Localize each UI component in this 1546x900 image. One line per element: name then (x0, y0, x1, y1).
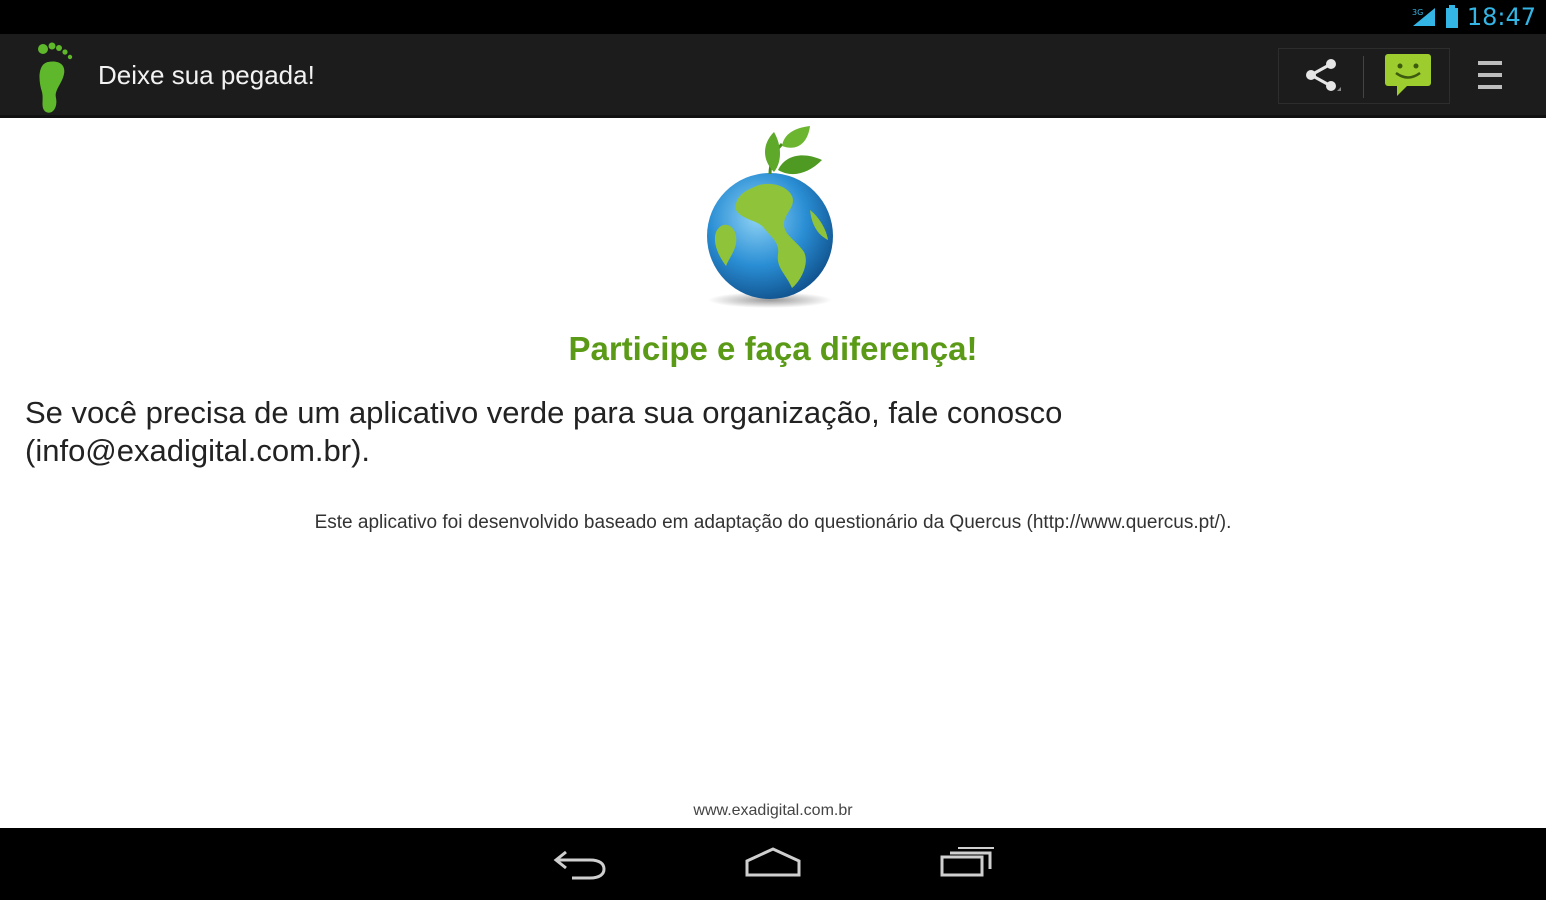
app-title: Deixe sua pegada! (98, 60, 315, 90)
chat-button[interactable] (1376, 48, 1440, 106)
footprint-icon[interactable] (30, 40, 80, 114)
earth-globe-icon (700, 124, 850, 310)
recents-button[interactable] (932, 842, 1002, 886)
screen: 3G 18:47 Deixe sua pegada! Participe e f… (0, 0, 1546, 900)
overflow-menu-icon (1476, 57, 1504, 98)
home-icon (743, 845, 803, 884)
share-button[interactable] (1290, 52, 1352, 102)
headline: Participe e faça diferença! (568, 330, 978, 367)
body-text: Se você precisa de um aplicativo verde p… (25, 395, 1063, 468)
status-bar: 3G 18:47 (0, 0, 1546, 34)
action-divider (1363, 56, 1364, 98)
battery-icon (1445, 5, 1459, 29)
signal-icon: 3G (1411, 6, 1437, 28)
recents-icon (938, 845, 996, 884)
credit-text: Este aplicativo foi desenvolvido baseado… (314, 512, 1232, 533)
svg-text:3G: 3G (1412, 8, 1423, 17)
overflow-menu-button[interactable] (1466, 52, 1514, 102)
navigation-bar (0, 828, 1546, 900)
share-icon (1301, 55, 1341, 100)
footer-link[interactable]: www.exadigital.com.br (0, 802, 1546, 820)
home-button[interactable] (738, 842, 808, 886)
back-icon (552, 844, 608, 885)
action-bar: Deixe sua pegada! (0, 34, 1546, 118)
back-button[interactable] (545, 842, 615, 886)
chat-smiley-icon (1383, 52, 1433, 103)
clock: 18:47 (1466, 3, 1536, 31)
content-area: Participe e faça diferença! Se você prec… (0, 118, 1546, 828)
